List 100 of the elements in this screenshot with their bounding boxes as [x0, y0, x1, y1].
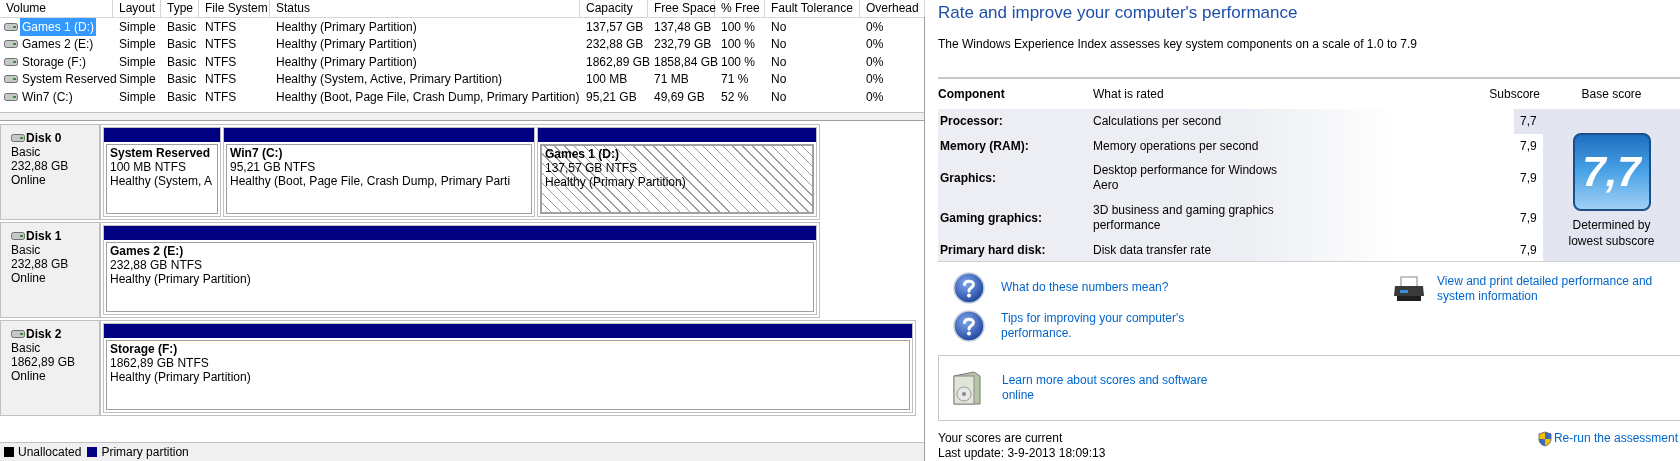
table-cell-text: 137,48 GB: [653, 18, 713, 36]
help-link[interactable]: Tips for improving your computer's performance.: [1001, 310, 1206, 341]
print-link[interactable]: View and print detailed performance and system information: [1437, 273, 1665, 304]
table-cell-text: No: [770, 53, 788, 71]
table-cell-text: 0%: [865, 36, 885, 54]
table-cell-text: Basic: [166, 18, 198, 36]
base-score-note: Determined by lowest subscore: [1567, 216, 1656, 249]
table-cell-text: Healthy (System, Active, Primary Partition): [275, 71, 504, 89]
table-cell-text: No: [770, 36, 788, 54]
table-cell-text: 100 MB: [585, 71, 629, 89]
volume-name[interactable]: System Reserved: [20, 70, 119, 89]
table-cell-text: NTFS: [204, 88, 238, 106]
partition-size: 100 MB NTFS: [110, 160, 187, 174]
table-cell-text: 100 %: [720, 18, 757, 36]
table-cell-text: 52 %: [720, 88, 750, 106]
partition-size: 232,88 GB NTFS: [110, 258, 203, 272]
disk-type: Basic: [11, 243, 42, 257]
scores-status: Your scores are current: [938, 431, 1063, 446]
help-icon: [953, 309, 985, 342]
table-cell-text: No: [770, 71, 788, 89]
last-update: Last update: 3-9-2013 18:09:13: [938, 446, 1106, 461]
table-cell-text: 95,21 GB: [585, 88, 638, 106]
volume-name[interactable]: Games 2 (E:): [20, 35, 96, 54]
volume-name[interactable]: Win7 (C:): [20, 87, 75, 106]
table-cell-text: Basic: [166, 88, 198, 106]
rated-text: Desktop performance for Windows Aero: [1093, 162, 1279, 193]
partition-block[interactable]: Win7 (C:) 95,21 GB NTFS Healthy (Boot, Page File, Crash Dump, Primary Parti: [223, 127, 535, 217]
column-header[interactable]: Layout: [113, 0, 161, 17]
table-cell-text: Healthy (Primary Partition): [275, 36, 418, 54]
partition-block[interactable]: Games 1 (D:) 137,57 GB NTFS Healthy (Primary Partition): [537, 127, 817, 217]
rated-text: Calculations per second: [1093, 113, 1223, 129]
rerun-link[interactable]: Re-run the assessment: [1553, 431, 1678, 446]
column-header[interactable]: Free Space: [648, 0, 715, 17]
column-header[interactable]: Capacity: [580, 0, 648, 17]
table-cell-text: 100 %: [720, 36, 757, 54]
table-cell-text: Basic: [166, 71, 198, 89]
partition-status: Healthy (Primary Partition): [110, 370, 251, 384]
online-link[interactable]: Learn more about scores and software online: [1002, 373, 1217, 404]
partition-status: Healthy (Boot, Page File, Crash Dump, Primary Parti: [230, 174, 511, 188]
drive-icon: [4, 92, 18, 101]
help-link[interactable]: What do these numbers mean?: [1001, 280, 1206, 296]
splitter-bar[interactable]: [0, 113, 924, 121]
volume-name[interactable]: Storage (F:): [20, 52, 89, 71]
table-cell-text: NTFS: [204, 36, 238, 54]
partition-name: Win7 (C:): [230, 146, 283, 160]
disk-status: Online: [11, 173, 47, 187]
disk-name: Disk 1: [26, 229, 62, 243]
column-header[interactable]: File System: [199, 0, 270, 17]
component-label: Memory (RAM):: [938, 133, 1091, 159]
column-header[interactable]: Overhead: [860, 0, 925, 17]
table-cell-text: NTFS: [204, 18, 238, 36]
table-cell-text: No: [770, 88, 788, 106]
table-cell-text: Simple: [118, 53, 157, 71]
table-cell-text: 1862,89 GB: [585, 53, 648, 71]
component-label: Graphics:: [938, 158, 1091, 197]
partition-block[interactable]: System Reserved 100 MB NTFS Healthy (System, A: [103, 127, 221, 217]
drive-icon: [4, 57, 18, 66]
rated-text: Disk data transfer rate: [1093, 242, 1213, 258]
disk-label-panel[interactable]: Disk 0 Basic 232,88 GB Online: [0, 124, 100, 220]
disk-size: 232,88 GB: [11, 159, 70, 173]
partition-block[interactable]: Storage (F:) 1862,89 GB NTFS Healthy (Primary Partition): [103, 323, 913, 413]
disk-label-panel[interactable]: Disk 2 Basic 1862,89 GB Online: [0, 320, 100, 416]
printer-icon: [1393, 275, 1425, 302]
column-header[interactable]: Fault Tolerance: [765, 0, 860, 17]
column-header[interactable]: % Free: [715, 0, 765, 17]
column-header: Component: [938, 85, 1006, 103]
table-cell-text: Basic: [166, 53, 198, 71]
table-cell-text: Simple: [118, 36, 157, 54]
table-cell-text: 100 %: [720, 53, 757, 71]
drive-icon: [4, 40, 18, 49]
partition-size: 1862,89 GB NTFS: [110, 356, 209, 370]
legend-label: Unallocated: [18, 444, 82, 461]
partition-status: Healthy (System, A: [110, 174, 213, 188]
component-label: Primary hard disk:: [938, 239, 1091, 261]
column-header[interactable]: Volume: [0, 0, 113, 17]
column-header: Subscore: [1489, 85, 1540, 103]
legend-label: Primary partition: [101, 444, 189, 461]
drive-icon: [4, 22, 18, 31]
table-cell-text: NTFS: [204, 71, 238, 89]
disk-type: Basic: [11, 145, 42, 159]
disk-label-panel[interactable]: Disk 1 Basic 232,88 GB Online: [0, 222, 100, 318]
disk-type: Basic: [11, 341, 42, 355]
column-header: Base score: [1581, 85, 1642, 103]
disk-status: Online: [11, 369, 47, 383]
rated-text: 3D business and gaming graphics performance: [1093, 203, 1275, 234]
table-cell-text: 0%: [865, 88, 885, 106]
disk-size: 232,88 GB: [11, 257, 70, 271]
partition-status: Healthy (Primary Partition): [110, 272, 251, 286]
table-cell-text: Simple: [118, 18, 157, 36]
table-cell-text: Healthy (Boot, Page File, Crash Dump, Primary Partition): [275, 88, 580, 106]
partition-block[interactable]: Games 2 (E:) 232,88 GB NTFS Healthy (Primary Partition): [103, 225, 817, 315]
drive-icon: [4, 75, 18, 84]
table-cell-text: No: [770, 18, 788, 36]
description: The Windows Experience Index assesses key system components on a scale of 1.0 to 7.9: [938, 35, 1418, 53]
column-header[interactable]: Type: [161, 0, 199, 17]
table-cell-text: 137,57 GB: [585, 18, 645, 36]
column-header[interactable]: Status: [270, 0, 580, 17]
table-cell-text: 232,88 GB: [585, 36, 645, 54]
page-title: Rate and improve your computer's performance: [938, 3, 1299, 24]
disk-size: 1862,89 GB: [11, 355, 77, 369]
